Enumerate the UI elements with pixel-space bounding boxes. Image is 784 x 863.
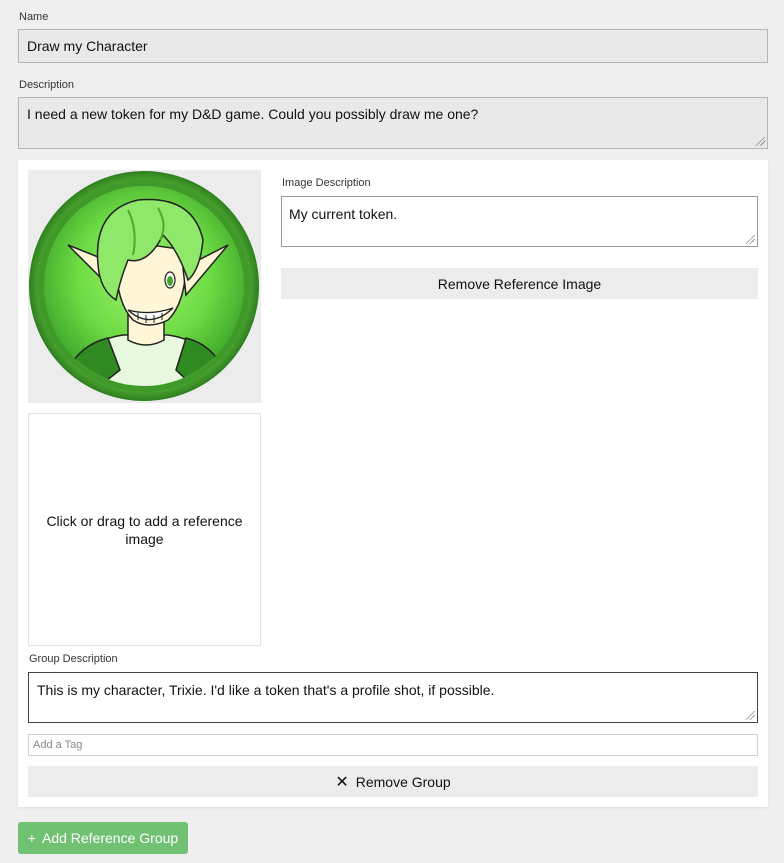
group-description-label: Group Description [29,653,118,665]
dropzone-text: Click or drag to add a reference image [46,512,243,547]
add-tag-input[interactable]: Add a Tag [28,734,758,756]
add-reference-image-dropzone[interactable]: Click or drag to add a reference image [28,413,261,646]
name-label: Name [19,11,49,23]
group-description-value: This is my character, Trixie. I'd like a… [37,682,495,698]
add-reference-group-label: Add Reference Group [41,830,179,846]
resize-handle-icon[interactable] [756,137,765,146]
remove-group-label: Remove Group [355,773,451,790]
tag-placeholder: Add a Tag [33,739,83,751]
description-label: Description [19,79,75,91]
image-description-field[interactable]: My current token. [281,196,758,247]
remove-reference-image-label: Remove Reference Image [437,275,602,292]
resize-handle-icon[interactable] [746,235,755,244]
remove-group-button[interactable]: ✕ Remove Group [28,766,758,797]
reference-group-panel: Click or drag to add a reference image I… [18,160,768,807]
close-icon: ✕ [335,773,349,791]
image-description-value: My current token. [289,206,398,222]
plus-icon: + [27,830,36,846]
character-token-image [29,171,259,401]
name-field[interactable]: Draw my Character [18,29,768,63]
add-reference-group-button[interactable]: + Add Reference Group [18,822,188,854]
resize-handle-icon[interactable] [746,711,755,720]
description-field[interactable]: I need a new token for my D&D game. Coul… [18,97,768,149]
name-value: Draw my Character [27,38,148,54]
remove-reference-image-button[interactable]: Remove Reference Image [281,268,758,299]
reference-image-thumbnail[interactable] [28,170,261,403]
description-value: I need a new token for my D&D game. Coul… [27,106,479,122]
image-description-label: Image Description [282,177,371,189]
group-description-field[interactable]: This is my character, Trixie. I'd like a… [28,672,758,723]
